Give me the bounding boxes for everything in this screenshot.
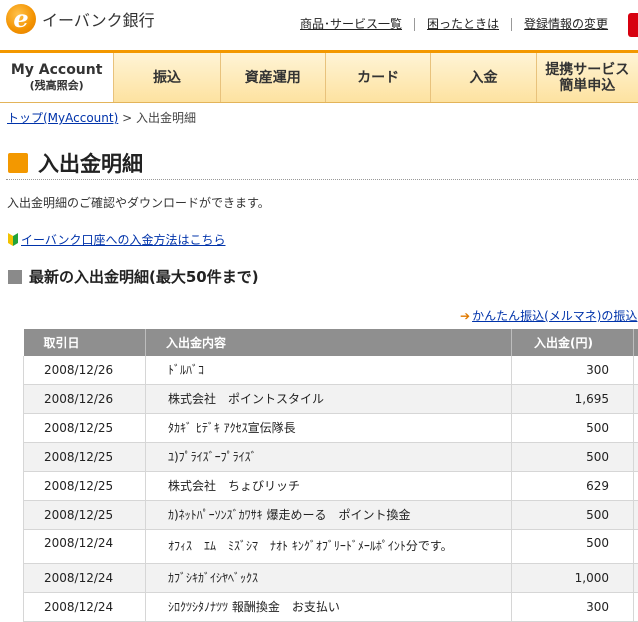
breadcrumb-home-link[interactable]: トップ(MyAccount) bbox=[7, 111, 118, 125]
nav-tab-my-account[interactable]: My Account (残高照会) bbox=[0, 53, 114, 102]
cell-date: 2008/12/25 bbox=[23, 442, 146, 472]
breadcrumb: トップ(MyAccount) > 入出金明細 bbox=[7, 109, 196, 126]
cell-amount: 300 bbox=[511, 592, 634, 622]
cell-description: ｶ)ﾈｯﾄﾊﾟｰｿﾝｽﾞｶﾜｻｷ 爆走めーる ポイント換金 bbox=[145, 500, 512, 530]
utility-nav: 商品･サービス一覧 困ったときは 登録情報の変更 bbox=[300, 18, 620, 31]
main-nav: My Account (残高照会) 振込 資産運用 カード 入金 提携サービス … bbox=[0, 53, 638, 103]
table-header-row: 取引日 入出金内容 入出金(円) bbox=[23, 329, 638, 356]
e-logo-icon: e bbox=[6, 4, 36, 34]
cell-description: ﾕ)ﾌﾟﾗｲｽﾞｰﾌﾟﾗｲｽﾞ bbox=[145, 442, 512, 472]
transactions-table: 取引日 入出金内容 入出金(円) 2008/12/26 ﾄﾞﾙﾊﾞｺ 300 2… bbox=[23, 329, 638, 622]
nav-tab-card[interactable]: カード bbox=[324, 53, 430, 102]
cell-amount: 500 bbox=[511, 500, 634, 530]
nav-tab-partner-services[interactable]: 提携サービス 簡単申込 bbox=[535, 53, 638, 102]
cell-amount: 1,000 bbox=[511, 563, 634, 593]
deposit-method-row: イーバンク口座への入金方法はこちら bbox=[7, 231, 225, 248]
deposit-method-link[interactable]: イーバンク口座への入金方法はこちら bbox=[21, 231, 225, 248]
cell-amount: 500 bbox=[511, 413, 634, 443]
nav-tab-partner-services-sublabel: 簡単申込 bbox=[559, 77, 616, 94]
cell-extra bbox=[633, 442, 638, 472]
cell-date: 2008/12/25 bbox=[23, 413, 146, 443]
orange-square-icon bbox=[8, 153, 28, 173]
cell-extra bbox=[633, 592, 638, 622]
page-title-row: 入出金明細 bbox=[8, 148, 143, 178]
util-link-account-settings[interactable]: 登録情報の変更 bbox=[511, 18, 620, 31]
nav-tab-deposit[interactable]: 入金 bbox=[430, 53, 535, 102]
cell-amount: 1,695 bbox=[511, 384, 634, 414]
gray-square-icon bbox=[8, 269, 22, 284]
table-row: 2008/12/25 ﾀｶｷﾞ ﾋﾃﾞｷ ｱｸｾｽ宣伝隊長 500 bbox=[23, 413, 638, 443]
nav-tab-partner-services-label: 提携サービス bbox=[545, 61, 630, 78]
column-header-date: 取引日 bbox=[23, 329, 146, 356]
nav-tab-asset-management[interactable]: 資産運用 bbox=[219, 53, 325, 102]
cell-extra bbox=[633, 356, 638, 385]
section-title: 最新の入出金明細(最大50件まで) bbox=[29, 268, 259, 286]
table-row: 2008/12/25 ｶ)ﾈｯﾄﾊﾟｰｿﾝｽﾞｶﾜｻｷ 爆走めーる ポイント換金… bbox=[23, 500, 638, 530]
site-header: e イーバンク銀行 商品･サービス一覧 困ったときは 登録情報の変更 bbox=[0, 0, 638, 52]
easy-transfer-row: ➔ かんたん振込(メルマネ)の振込 bbox=[460, 307, 637, 324]
cell-description: ｵﾌｨｽ ｴﾑ ﾐｽﾞｼﾏ ﾅｵﾄ ｷﾝｸﾞｵﾌﾞﾘｰﾄﾞﾒｰﾙﾎﾟｲﾝﾄ分です… bbox=[145, 529, 512, 564]
page-description: 入出金明細のご確認やダウンロードができます。 bbox=[7, 196, 270, 210]
cell-description: 株式会社 ちょびリッチ bbox=[145, 471, 512, 501]
transactions-table-wrap: 取引日 入出金内容 入出金(円) 2008/12/26 ﾄﾞﾙﾊﾞｺ 300 2… bbox=[23, 329, 638, 622]
cell-date: 2008/12/25 bbox=[23, 500, 146, 530]
util-link-help[interactable]: 困ったときは bbox=[414, 18, 511, 31]
column-header-amount: 入出金(円) bbox=[511, 329, 634, 356]
arrow-right-icon: ➔ bbox=[460, 308, 471, 323]
cell-description: ｶﾌﾞｼｷｶﾞｲｼﾔﾍﾞｯｸｽ bbox=[145, 563, 512, 593]
column-header-description: 入出金内容 bbox=[145, 329, 512, 356]
table-row: 2008/12/24 ｵﾌｨｽ ｴﾑ ﾐｽﾞｼﾏ ﾅｵﾄ ｷﾝｸﾞｵﾌﾞﾘｰﾄﾞ… bbox=[23, 529, 638, 564]
nav-tab-transfer[interactable]: 振込 bbox=[113, 53, 219, 102]
cell-extra bbox=[633, 563, 638, 593]
table-row: 2008/12/25 ﾕ)ﾌﾟﾗｲｽﾞｰﾌﾟﾗｲｽﾞ 500 bbox=[23, 442, 638, 472]
cell-amount: 500 bbox=[511, 442, 634, 472]
table-row: 2008/12/26 株式会社 ポイントスタイル 1,695 bbox=[23, 384, 638, 414]
nav-tab-transfer-label: 振込 bbox=[152, 69, 181, 86]
nav-tab-deposit-label: 入金 bbox=[469, 69, 498, 86]
cell-amount: 300 bbox=[511, 356, 634, 385]
column-header-extra bbox=[633, 329, 638, 356]
logout-tab[interactable] bbox=[628, 13, 638, 37]
table-row: 2008/12/24 ｼﾛｸﾂｼﾀﾉﾅﾂﾂ 報酬換金 お支払い 300 bbox=[23, 592, 638, 622]
breadcrumb-separator: > bbox=[118, 111, 136, 125]
cell-date: 2008/12/26 bbox=[23, 384, 146, 414]
table-row: 2008/12/26 ﾄﾞﾙﾊﾞｺ 300 bbox=[23, 356, 638, 385]
cell-date: 2008/12/26 bbox=[23, 356, 146, 385]
section-header: 最新の入出金明細(最大50件まで) bbox=[8, 266, 259, 287]
cell-extra bbox=[633, 529, 638, 564]
cell-description: ﾄﾞﾙﾊﾞｺ bbox=[145, 356, 512, 385]
bank-logo[interactable]: e イーバンク銀行 bbox=[6, 4, 155, 34]
cell-description: ｼﾛｸﾂｼﾀﾉﾅﾂﾂ 報酬換金 お支払い bbox=[145, 592, 512, 622]
beginner-mark-icon bbox=[8, 233, 18, 246]
cell-date: 2008/12/24 bbox=[23, 592, 146, 622]
cell-description: 株式会社 ポイントスタイル bbox=[145, 384, 512, 414]
cell-amount: 629 bbox=[511, 471, 634, 501]
bank-name: イーバンク銀行 bbox=[42, 11, 155, 30]
nav-tab-my-account-sublabel: (残高照会) bbox=[29, 78, 84, 92]
cell-amount: 500 bbox=[511, 529, 634, 564]
cell-date: 2008/12/24 bbox=[23, 563, 146, 593]
nav-tab-card-label: カード bbox=[357, 69, 400, 86]
easy-transfer-link[interactable]: かんたん振込(メルマネ)の振込 bbox=[472, 307, 637, 324]
cell-date: 2008/12/25 bbox=[23, 471, 146, 501]
breadcrumb-current: 入出金明細 bbox=[135, 111, 196, 125]
cell-description: ﾀｶｷﾞ ﾋﾃﾞｷ ｱｸｾｽ宣伝隊長 bbox=[145, 413, 512, 443]
table-row: 2008/12/25 株式会社 ちょびリッチ 629 bbox=[23, 471, 638, 501]
cell-extra bbox=[633, 413, 638, 443]
title-divider bbox=[6, 179, 638, 180]
page-title: 入出金明細 bbox=[38, 152, 143, 176]
cell-extra bbox=[633, 500, 638, 530]
nav-tab-asset-management-label: 資産運用 bbox=[244, 69, 301, 86]
cell-extra bbox=[633, 471, 638, 501]
util-link-products[interactable]: 商品･サービス一覧 bbox=[300, 18, 414, 31]
cell-date: 2008/12/24 bbox=[23, 529, 146, 564]
nav-tab-my-account-label: My Account bbox=[10, 61, 103, 78]
table-row: 2008/12/24 ｶﾌﾞｼｷｶﾞｲｼﾔﾍﾞｯｸｽ 1,000 bbox=[23, 563, 638, 593]
cell-extra bbox=[633, 384, 638, 414]
